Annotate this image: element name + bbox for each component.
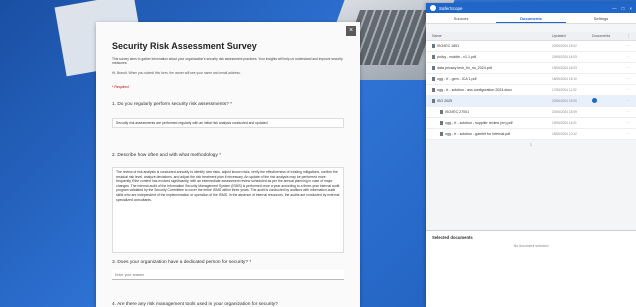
maximize-icon[interactable]: □ (622, 6, 625, 11)
row-name-label: ogg - fr - gem - ICA 1.pdf (437, 77, 477, 81)
document-row[interactable]: policy - mobile - v1.1.pdf 20/06/2024 14:… (426, 52, 636, 63)
row-name: ISO/IEC 1851 (432, 44, 552, 48)
row-name-label: ogg - fr - solution - ass configuration … (437, 88, 512, 92)
question-4-title: 4. Are there any risk management tools u… (112, 302, 278, 307)
selected-documents-panel: Selected documents No document selected (426, 230, 636, 307)
document-icon (432, 55, 435, 59)
document-icon (432, 44, 435, 48)
row-updated: 19/06/2024 16:03 (552, 66, 577, 70)
row-actions-icon[interactable]: ⋯ (620, 132, 630, 136)
document-row[interactable]: ISO/IEC 27001 20/06/2024 15:09 ⋯ (426, 107, 636, 118)
app-tabs: Sources Documents Settings (426, 13, 636, 24)
document-icon (440, 121, 443, 125)
column-updated[interactable]: Updated (552, 34, 592, 38)
row-name: ogg - fr - solution - ass configuration … (432, 88, 552, 92)
close-icon[interactable]: × (629, 6, 632, 11)
document-row[interactable]: ogg - fr - solution - supplier review (e… (426, 118, 636, 129)
survey-note: Hi, Brandt. When you submit this form, t… (112, 71, 241, 75)
row-name-label: ISO/IEC 1851 (437, 44, 460, 48)
document-icon (432, 77, 435, 81)
minimize-icon[interactable]: — (612, 6, 617, 11)
app-toolbar (426, 24, 636, 32)
row-updated: 18/06/2024 10:12 (552, 132, 577, 136)
column-name[interactable]: Name (432, 34, 552, 38)
folder-icon (432, 99, 435, 103)
row-updated: 20/06/2024 14:53 (552, 55, 577, 59)
document-list: ISO/IEC 1851 20/06/2024 15:02 ⋯ policy - mo… (426, 41, 636, 140)
survey-form-panel: × Security Risk Assessment Survey This s… (96, 22, 360, 307)
selected-documents-empty: No document selected (513, 244, 549, 248)
row-name: policy - mobile - v1.1.pdf (432, 55, 552, 59)
document-row[interactable]: ogg - fr - gem - ICA 1.pdf 18/06/2024 15:… (426, 74, 636, 85)
row-name-label: data privacy tech_fix_no_2024.pdf (437, 66, 492, 70)
column-documents[interactable]: Documents (592, 34, 620, 38)
row-updated: 17/06/2024 11:02 (552, 88, 577, 92)
pagination[interactable]: 1 (426, 140, 636, 150)
survey-intro: This survey aims to gather information a… (112, 57, 343, 66)
question-3-title: 3. Does your organization have a dedicat… (112, 260, 252, 265)
tab-sources[interactable]: Sources (426, 13, 496, 23)
row-name-label: ogg - fr - solution - gambit for Interna… (445, 132, 511, 136)
row-documents (592, 98, 620, 104)
document-app-panel: SaferScope — □ × Sources Documents Setti… (426, 3, 636, 307)
selected-documents-title: Selected documents (432, 235, 473, 240)
row-name-label: ISO/IEC 27001 (445, 110, 470, 114)
row-actions-icon[interactable]: ⋯ (620, 77, 630, 81)
row-name-label: policy - mobile - v1.1.pdf (437, 55, 476, 59)
row-name: data privacy tech_fix_no_2024.pdf (432, 66, 552, 70)
row-updated: 20/06/2024 15:09 (552, 99, 577, 103)
table-header: Name Updated Documents ⋮ (426, 32, 636, 41)
app-title: SaferScope (439, 5, 463, 11)
document-row[interactable]: ogg - fr - solution - gambit for Interna… (426, 129, 636, 140)
question-3-input[interactable] (112, 270, 344, 280)
required-notice: * Required (112, 85, 129, 89)
close-icon[interactable]: × (346, 26, 356, 36)
row-updated: 19/06/2024 14:01 (552, 121, 577, 125)
app-logo-icon (430, 5, 436, 11)
app-titlebar: SaferScope — □ × (426, 3, 636, 13)
row-actions-icon[interactable]: ⋯ (620, 88, 630, 92)
row-actions-icon[interactable]: ⋯ (620, 121, 630, 125)
row-actions-icon[interactable]: ⋯ (620, 66, 630, 70)
row-updated: 20/06/2024 15:02 (552, 44, 577, 48)
question-1-answer[interactable]: Security risk assessments are performed … (112, 118, 344, 128)
tab-documents[interactable]: Documents (496, 13, 566, 23)
survey-title: Security Risk Assessment Survey (112, 41, 257, 51)
row-name: ISO 2025 (432, 99, 552, 103)
document-icon (440, 110, 443, 114)
row-name: ISO/IEC 27001 (432, 110, 552, 114)
tab-settings[interactable]: Settings (566, 13, 636, 23)
question-2-answer[interactable]: The review of risk analysis is conducted… (112, 167, 344, 253)
row-updated: 20/06/2024 15:09 (552, 110, 577, 114)
document-row[interactable]: ISO/IEC 1851 20/06/2024 15:02 ⋯ (426, 41, 636, 52)
question-1-title: 1. Do you regularly perform security ris… (112, 102, 232, 107)
columns-menu-icon[interactable]: ⋮ (620, 34, 630, 38)
row-name: ogg - fr - solution - supplier review (e… (432, 121, 552, 125)
row-name: ogg - fr - gem - ICA 1.pdf (432, 77, 552, 81)
row-actions-icon[interactable]: ⋯ (620, 99, 630, 103)
row-name-label: ogg - fr - solution - supplier review (e… (445, 121, 513, 125)
document-count-badge (592, 98, 597, 103)
document-row[interactable]: data privacy tech_fix_no_2024.pdf 19/06/2… (426, 63, 636, 74)
row-updated: 18/06/2024 15:10 (552, 77, 577, 81)
row-actions-icon[interactable]: ⋯ (620, 110, 630, 114)
document-icon (440, 132, 443, 136)
question-2-title: 2. Describe how often and with what meth… (112, 153, 222, 158)
row-actions-icon[interactable]: ⋯ (620, 55, 630, 59)
document-icon (432, 66, 435, 70)
row-actions-icon[interactable]: ⋯ (620, 44, 630, 48)
row-name-label: ISO 2025 (437, 99, 453, 103)
row-name: ogg - fr - solution - gambit for Interna… (432, 132, 552, 136)
folder-row[interactable]: ISO 2025 20/06/2024 15:09 ⋯ (426, 96, 636, 107)
document-icon (432, 88, 435, 92)
document-row[interactable]: ogg - fr - solution - ass configuration … (426, 85, 636, 96)
